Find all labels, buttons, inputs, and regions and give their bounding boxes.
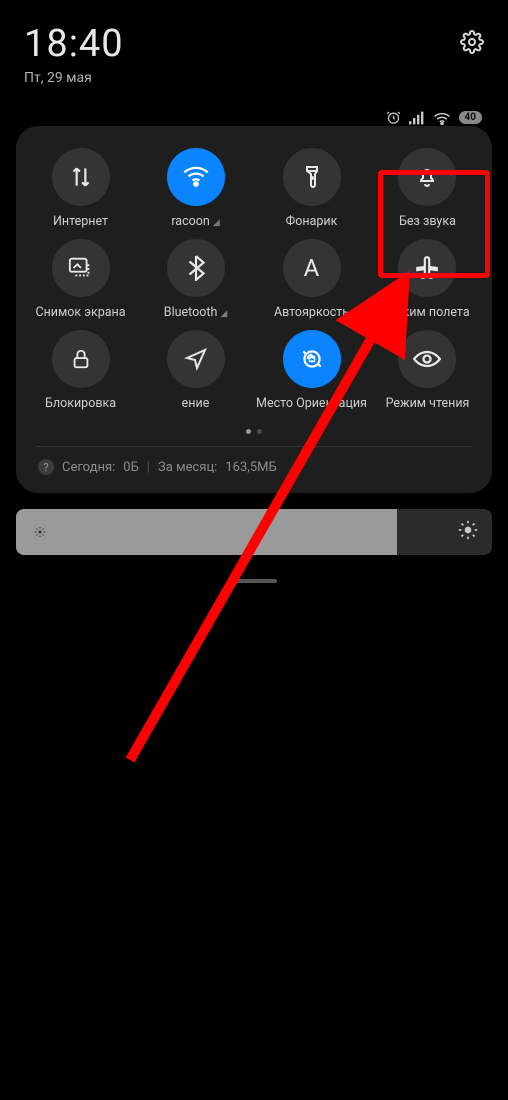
tile-label: Режим полета bbox=[385, 305, 469, 320]
gear-icon[interactable] bbox=[460, 30, 484, 58]
status-bar: 40 bbox=[386, 110, 482, 125]
tile-flashlight[interactable]: Фонарик bbox=[256, 148, 367, 229]
data-usage-row[interactable]: ? Сегодня: 0Б | За месяц: 163,5МБ bbox=[26, 447, 482, 479]
wifi-icon[interactable] bbox=[167, 148, 225, 206]
tile-label: Фонарик bbox=[286, 214, 338, 229]
drag-handle[interactable] bbox=[231, 579, 277, 583]
clock-date: Пт, 29 мая bbox=[24, 70, 124, 86]
tile-wifi[interactable]: racoon◢ bbox=[141, 148, 250, 229]
lock-icon[interactable] bbox=[52, 330, 110, 388]
tile-label: Автояркость bbox=[274, 305, 349, 320]
letter-a-icon[interactable]: A bbox=[283, 239, 341, 297]
tile-location[interactable]: ение bbox=[141, 330, 250, 411]
tile-lock[interactable]: Блокировка bbox=[26, 330, 135, 411]
tile-autobright[interactable]: A Автояркость bbox=[256, 239, 367, 320]
tile-reading[interactable]: Режим чтения bbox=[373, 330, 482, 411]
tile-label: Bluetooth◢ bbox=[164, 305, 227, 320]
eye-icon[interactable] bbox=[398, 330, 456, 388]
location-icon[interactable] bbox=[167, 330, 225, 388]
quick-settings-panel: Интернет racoon◢ Фонарик Без звука Снимок эк… bbox=[16, 126, 492, 493]
tile-label: Интернет bbox=[53, 214, 108, 229]
tile-internet[interactable]: Интернет bbox=[26, 148, 135, 229]
brightness-slider[interactable] bbox=[16, 509, 492, 555]
tile-bluetooth[interactable]: Bluetooth◢ bbox=[141, 239, 250, 320]
tile-label: Без звука bbox=[399, 214, 456, 229]
help-icon: ? bbox=[38, 459, 54, 475]
tile-screenshot[interactable]: Снимок экрана bbox=[26, 239, 135, 320]
usage-today-value: 0Б bbox=[123, 460, 139, 475]
screenshot-icon[interactable] bbox=[52, 239, 110, 297]
flashlight-icon[interactable] bbox=[283, 148, 341, 206]
data-arrows-icon[interactable] bbox=[52, 148, 110, 206]
tile-label: Блокировка bbox=[45, 396, 116, 411]
clock-time: 18:40 bbox=[24, 22, 124, 66]
bell-icon[interactable] bbox=[398, 148, 456, 206]
tile-label: Снимок экрана bbox=[35, 305, 125, 320]
tile-label: racoon◢ bbox=[171, 214, 219, 229]
alarm-icon bbox=[386, 110, 401, 125]
usage-month-label: За месяц: bbox=[158, 460, 217, 475]
usage-month-value: 163,5МБ bbox=[225, 460, 276, 475]
brightness-high-icon bbox=[458, 520, 478, 544]
page-dots bbox=[26, 429, 482, 434]
wifi-status-icon bbox=[433, 111, 451, 125]
tile-label: ение bbox=[182, 396, 210, 411]
tile-label: Место Ориентация bbox=[256, 396, 367, 411]
tile-orientation[interactable]: Место Ориентация bbox=[256, 330, 367, 411]
battery-badge: 40 bbox=[459, 111, 482, 124]
brightness-low-icon bbox=[34, 523, 46, 542]
tile-mute[interactable]: Без звука bbox=[373, 148, 482, 229]
tile-airplane[interactable]: Режим полета bbox=[373, 239, 482, 320]
usage-today-label: Сегодня: bbox=[62, 460, 115, 475]
orientation-icon[interactable] bbox=[283, 330, 341, 388]
tile-label: Режим чтения bbox=[386, 396, 470, 411]
signal-icon bbox=[409, 111, 425, 125]
bluetooth-icon[interactable] bbox=[167, 239, 225, 297]
airplane-icon[interactable] bbox=[398, 239, 456, 297]
